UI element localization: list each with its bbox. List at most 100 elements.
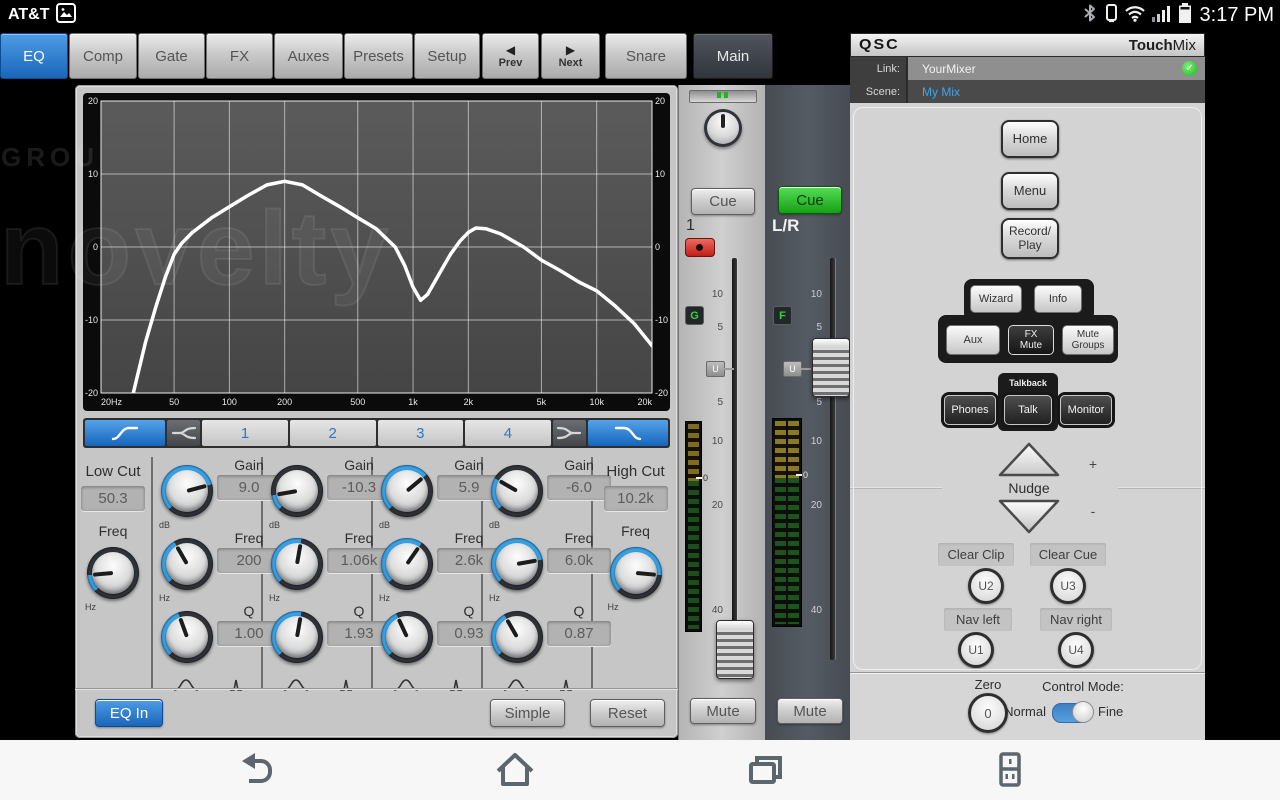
- control-mode-normal-label: Normal: [996, 704, 1046, 719]
- band-3-button[interactable]: 3: [378, 420, 464, 446]
- next-button[interactable]: ▶ Next: [541, 33, 600, 79]
- low-cut-band-button[interactable]: [85, 420, 165, 446]
- tab-comp[interactable]: Comp: [69, 33, 137, 79]
- toggle-knob[interactable]: [1072, 701, 1094, 723]
- recents-button[interactable]: [743, 748, 787, 792]
- band4-q-knob[interactable]: [491, 611, 543, 663]
- tab-auxes[interactable]: Auxes: [274, 33, 343, 79]
- channel-fader-handle[interactable]: [716, 620, 754, 679]
- svg-text:2k: 2k: [464, 397, 474, 407]
- wizard-button[interactable]: Wizard: [970, 285, 1022, 313]
- dual-window-button[interactable]: [988, 748, 1032, 792]
- low-shelf-icon: [170, 424, 198, 442]
- prev-button[interactable]: ◀ Prev: [482, 33, 539, 79]
- u2-button[interactable]: U2: [968, 568, 1004, 604]
- control-mode-section: Zero 0 Control Mode: Normal Fine: [850, 672, 1205, 741]
- main-unity-marker: U: [783, 361, 802, 377]
- low-cut-freq-knob[interactable]: [87, 547, 139, 599]
- u3-button[interactable]: U3: [1050, 568, 1086, 604]
- simple-button[interactable]: Simple: [490, 699, 565, 727]
- tab-eq[interactable]: EQ: [0, 33, 68, 79]
- svg-text:-10: -10: [655, 315, 668, 325]
- talk-button[interactable]: Talk: [1004, 395, 1052, 425]
- nav-left-label: Nav left: [944, 608, 1012, 631]
- band2-gain-knob[interactable]: [271, 465, 323, 517]
- svg-text:0: 0: [93, 242, 98, 252]
- divider: [850, 487, 942, 489]
- svg-text:10: 10: [88, 169, 98, 179]
- nudge-minus-button[interactable]: -: [997, 498, 1061, 535]
- high-shelf-band-button[interactable]: [553, 420, 586, 446]
- monitor-button[interactable]: Monitor: [1060, 395, 1112, 425]
- reset-button[interactable]: Reset: [590, 699, 665, 727]
- svg-text:10k: 10k: [589, 397, 604, 407]
- band-4-button[interactable]: 4: [465, 420, 551, 446]
- svg-text:500: 500: [350, 397, 365, 407]
- band-1-button[interactable]: 1: [202, 420, 288, 446]
- home-button-android[interactable]: [493, 748, 537, 792]
- band2-q-knob[interactable]: [271, 611, 323, 663]
- record-arm-indicator[interactable]: [685, 238, 715, 257]
- nudge-plus-button[interactable]: +: [997, 441, 1061, 478]
- tab-fx[interactable]: FX: [206, 33, 273, 79]
- channel-fader-track[interactable]: [732, 258, 737, 660]
- back-icon: [233, 748, 277, 792]
- channel-number: 1: [686, 217, 695, 235]
- android-nav-bar: [0, 740, 1280, 800]
- tab-channel-snare[interactable]: Snare: [605, 33, 687, 79]
- band3-freq-knob[interactable]: [381, 538, 433, 590]
- svg-text:-20: -20: [85, 388, 98, 398]
- home-button[interactable]: Home: [1001, 120, 1059, 158]
- band2-freq-knob[interactable]: [271, 538, 323, 590]
- pan-slider[interactable]: [689, 90, 757, 103]
- channel-trim-knob[interactable]: [704, 109, 742, 147]
- band4-gain-knob[interactable]: [491, 465, 543, 517]
- channel-unity-marker: U: [706, 361, 725, 377]
- tab-main[interactable]: Main: [693, 33, 773, 79]
- back-button[interactable]: [233, 748, 277, 792]
- band3-q-knob[interactable]: [381, 611, 433, 663]
- main-fader-handle[interactable]: [812, 338, 850, 397]
- svg-text:-20: -20: [655, 388, 668, 398]
- tab-setup[interactable]: Setup: [414, 33, 480, 79]
- band3-gain-knob[interactable]: [381, 465, 433, 517]
- phones-button[interactable]: Phones: [944, 395, 996, 425]
- meter-zero-mark: 0: [703, 473, 708, 483]
- band1-q-knob[interactable]: [161, 611, 213, 663]
- main-mute-button[interactable]: Mute: [777, 698, 843, 724]
- main-lr-label: L/R: [772, 216, 799, 236]
- tab-gate[interactable]: Gate: [138, 33, 205, 79]
- link-value[interactable]: YourMixer ✓: [908, 57, 1205, 80]
- meter-zero-mark: 0: [803, 470, 808, 480]
- eq-in-button[interactable]: EQ In: [95, 699, 163, 727]
- main-fader-track[interactable]: [830, 258, 835, 660]
- svg-text:20: 20: [88, 96, 98, 106]
- home-icon: [493, 748, 537, 792]
- menu-button[interactable]: Menu: [1001, 172, 1059, 210]
- main-cue-button[interactable]: Cue: [778, 186, 842, 214]
- info-button[interactable]: Info: [1034, 285, 1082, 313]
- u1-button[interactable]: U1: [958, 632, 994, 668]
- svg-text:10: 10: [655, 169, 665, 179]
- gallery-icon: [56, 3, 76, 28]
- screen: AT&T 3:17 PM EQ C: [0, 0, 1280, 800]
- band1-freq-knob[interactable]: [161, 538, 213, 590]
- mute-groups-button[interactable]: Mute Groups: [1062, 325, 1114, 355]
- band4-freq-knob[interactable]: [491, 538, 543, 590]
- low-shelf-band-button[interactable]: [167, 420, 200, 446]
- scene-row: Scene: My Mix: [850, 80, 1205, 103]
- fx-mute-button[interactable]: FX Mute: [1008, 325, 1054, 355]
- channel-mute-button[interactable]: Mute: [690, 698, 756, 724]
- band1-gain-knob[interactable]: [161, 465, 213, 517]
- control-mode-toggle[interactable]: [1052, 703, 1092, 723]
- scene-value[interactable]: My Mix: [908, 80, 1205, 103]
- high-cut-band-button[interactable]: [588, 420, 668, 446]
- high-cut-freq-knob[interactable]: [610, 547, 662, 599]
- u4-button[interactable]: U4: [1058, 632, 1094, 668]
- channel-cue-button[interactable]: Cue: [691, 188, 755, 215]
- status-bar: AT&T 3:17 PM: [0, 0, 1280, 30]
- band-2-button[interactable]: 2: [290, 420, 376, 446]
- aux-button[interactable]: Aux: [946, 325, 1000, 355]
- tab-presets[interactable]: Presets: [344, 33, 413, 79]
- record-play-button[interactable]: Record/ Play: [1001, 218, 1059, 259]
